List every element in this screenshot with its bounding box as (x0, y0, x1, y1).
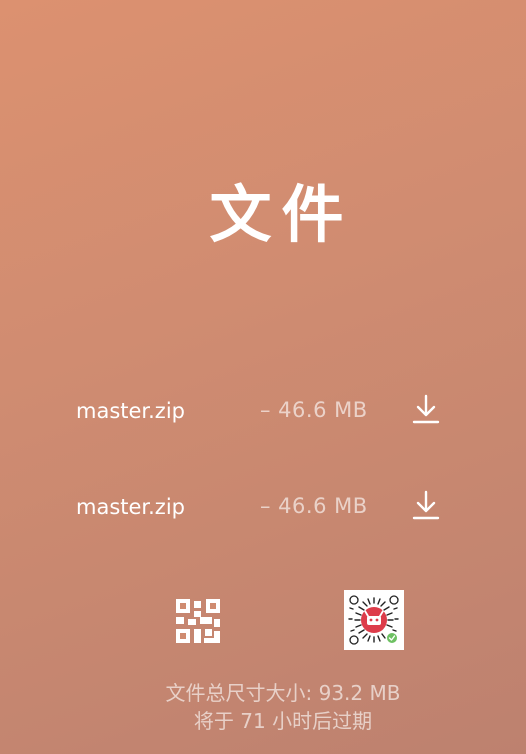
file-size: – 46.6 MB (260, 494, 368, 518)
download-icon (412, 490, 440, 520)
mini-program-code (344, 590, 404, 650)
qr-code-button[interactable] (174, 597, 222, 645)
file-row: master.zip – 46.6 MB (76, 393, 456, 429)
file-name: master.zip (76, 495, 185, 519)
file-name: master.zip (76, 399, 185, 423)
download-button[interactable] (410, 393, 442, 427)
total-size-text: 文件总尺寸大小: 93.2 MB (165, 681, 401, 705)
mini-program-code-icon (344, 590, 404, 650)
download-icon (412, 394, 440, 424)
page-title: 文件 (209, 178, 354, 251)
file-row: master.zip – 46.6 MB (76, 489, 456, 525)
download-button[interactable] (410, 489, 442, 523)
file-size: – 46.6 MB (260, 398, 368, 422)
qr-code-icon (176, 599, 220, 643)
expiry-text: 将于 71 小时后过期 (193, 709, 373, 733)
share-page: 文件 master.zip – 46.6 MB master.zip – 46.… (0, 0, 526, 754)
